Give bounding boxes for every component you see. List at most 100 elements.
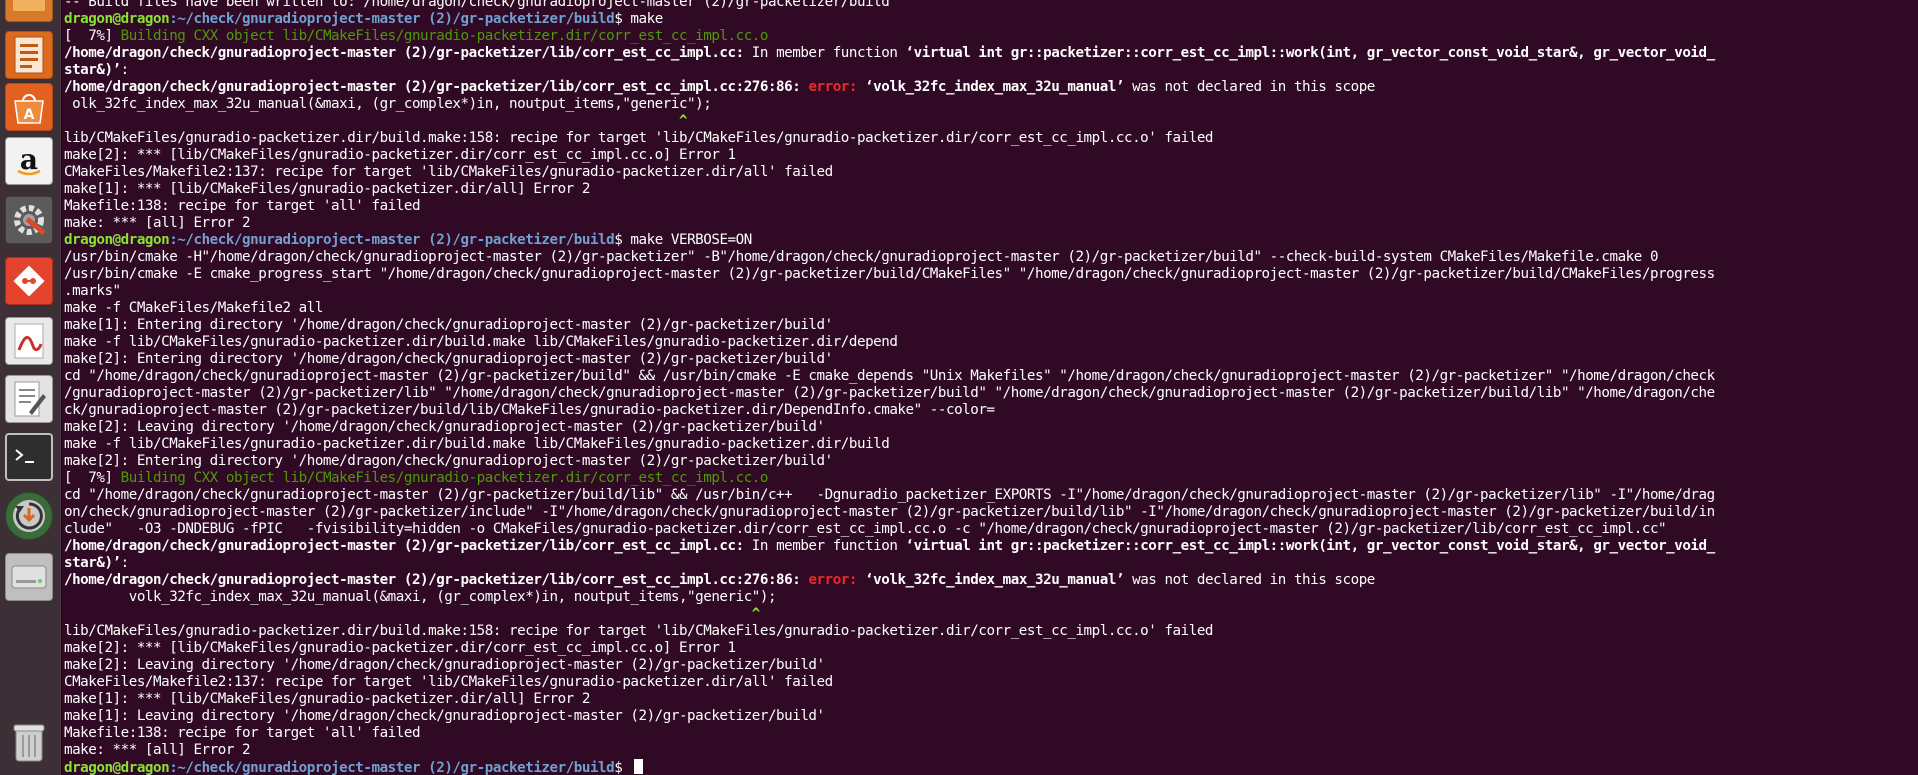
terminal-text: -- Build files have been written to: /ho… <box>64 0 890 10</box>
prompt-path: :~/check/gnuradioproject-master (2)/gr-p… <box>169 11 615 27</box>
terminal-line: make[1]: *** [lib/CMakeFiles/gnuradio-pa… <box>64 691 590 708</box>
terminal-text: /home/dragon/check/gnuradioproject-maste… <box>64 45 744 61</box>
amazon-icon[interactable]: a <box>5 137 53 185</box>
terminal-text: cd "/home/dragon/check/gnuradioproject-m… <box>64 487 1715 503</box>
terminal-text: ‘volk_32fc_index_max_32u_manual’ <box>865 572 1125 588</box>
terminal-line: make[1]: Entering directory '/home/drago… <box>64 317 833 334</box>
terminal-text: $ make VERBOSE=ON <box>614 232 752 248</box>
terminal-line: make[2]: Entering directory '/home/drago… <box>64 351 833 368</box>
terminal-line: /gnuradioproject-master (2)/gr-packetize… <box>64 385 1715 402</box>
terminal-text: was not declared in this scope <box>1124 79 1375 95</box>
trash-icon[interactable] <box>5 718 53 766</box>
terminal-line: /usr/bin/cmake -E cmake_progress_start "… <box>64 266 1715 283</box>
terminal-line: make[1]: *** [lib/CMakeFiles/gnuradio-pa… <box>64 181 590 198</box>
terminal-text: ‘volk_32fc_index_max_32u_manual’ <box>865 79 1125 95</box>
terminal-line: dragon@dragon:~/check/gnuradioproject-ma… <box>64 11 663 28</box>
terminal-window[interactable]: -- Build files have been written to: /ho… <box>62 0 1918 775</box>
prompt-path: :~/check/gnuradioproject-master (2)/gr-p… <box>169 760 615 775</box>
terminal-line: ^ <box>64 606 761 623</box>
terminal-line: .marks" <box>64 283 121 300</box>
terminal-text: make[2]: Entering directory '/home/drago… <box>64 453 833 469</box>
terminal-line: /home/dragon/check/gnuradioproject-maste… <box>64 45 1715 62</box>
text-cursor <box>634 759 644 774</box>
terminal-text: /usr/bin/cmake -E cmake_progress_start "… <box>64 266 1715 282</box>
terminal-line: make: *** [all] Error 2 <box>64 742 251 759</box>
terminal-text: ^ <box>64 606 761 622</box>
terminal-text: CMakeFiles/Makefile2:137: recipe for tar… <box>64 164 833 180</box>
svg-text:A: A <box>24 107 35 123</box>
build-progress-text: Building CXX object lib/CMakeFiles/gnura… <box>120 28 769 44</box>
terminal-text: make[1]: Leaving directory '/home/dragon… <box>64 708 825 724</box>
software-updater-icon[interactable] <box>5 492 53 540</box>
terminal-text: make: *** [all] Error 2 <box>64 215 251 231</box>
terminal-line: make[2]: Leaving directory '/home/dragon… <box>64 657 825 674</box>
terminal-text: /usr/bin/cmake -H"/home/dragon/check/gnu… <box>64 249 1659 265</box>
terminal-text: /home/dragon/check/gnuradioproject-maste… <box>64 572 809 588</box>
text-editor-icon[interactable] <box>5 375 53 423</box>
terminal-line: on/check/gnuradioproject-master (2)/gr-p… <box>64 504 1715 521</box>
terminal-text: [ 7%] <box>64 470 121 486</box>
terminal-line: /home/dragon/check/gnuradioproject-maste… <box>64 572 1375 589</box>
terminal-text: make[2]: Leaving directory '/home/dragon… <box>64 419 825 435</box>
prompt-path: :~/check/gnuradioproject-master (2)/gr-p… <box>169 232 615 248</box>
terminal-line: make[2]: *** [lib/CMakeFiles/gnuradio-pa… <box>64 147 736 164</box>
terminal-text: : <box>120 62 130 78</box>
terminal-text: /home/dragon/check/gnuradioproject-maste… <box>64 538 744 554</box>
terminal-text: $ make <box>614 11 663 27</box>
terminal-line: Makefile:138: recipe for target 'all' fa… <box>64 198 420 215</box>
prompt-user: dragon@dragon <box>64 232 170 248</box>
terminal-text: $ <box>614 760 631 775</box>
system-settings-icon[interactable] <box>5 196 53 244</box>
terminal-line: make[2]: *** [lib/CMakeFiles/gnuradio-pa… <box>64 640 736 657</box>
terminal-text: star&)’ <box>64 555 121 571</box>
terminal-text: make[1]: *** [lib/CMakeFiles/gnuradio-pa… <box>64 181 590 197</box>
git-icon[interactable] <box>5 257 53 305</box>
terminal-text: In member function <box>743 538 906 554</box>
terminal-text: .marks" <box>64 283 121 299</box>
terminal-line: make: *** [all] Error 2 <box>64 215 251 232</box>
terminal-text: ‘virtual int gr::packetizer::corr_est_cc… <box>905 538 1716 554</box>
terminal-text: /home/dragon/check/gnuradioproject-maste… <box>64 79 809 95</box>
terminal-text: Makefile:138: recipe for target 'all' fa… <box>64 198 421 214</box>
terminal-line: dragon@dragon:~/check/gnuradioproject-ma… <box>64 759 644 775</box>
document-viewer-icon[interactable] <box>5 317 53 365</box>
terminal-text: In member function <box>743 45 906 61</box>
terminal-text: clude" -O3 -DNDEBUG -fPIC -fvisibility=h… <box>64 521 1667 537</box>
terminal-text: make[2]: *** [lib/CMakeFiles/gnuradio-pa… <box>64 640 736 656</box>
terminal-line: /usr/bin/cmake -H"/home/dragon/check/gnu… <box>64 249 1658 266</box>
terminal-line: star&)’: <box>64 62 129 79</box>
software-center-icon[interactable]: A <box>5 83 53 131</box>
terminal-text: ^ <box>64 113 688 129</box>
terminal-text: lib/CMakeFiles/gnuradio-packetizer.dir/b… <box>64 130 1214 146</box>
terminal-line: /home/dragon/check/gnuradioproject-maste… <box>64 79 1375 96</box>
terminal-line: ck/gnuradioproject-master (2)/gr-packeti… <box>64 402 995 419</box>
terminal-text: lib/CMakeFiles/gnuradio-packetizer.dir/b… <box>64 623 1214 639</box>
libreoffice-writer-icon[interactable] <box>5 31 53 79</box>
terminal-text: make[1]: Entering directory '/home/drago… <box>64 317 833 333</box>
terminal-line: [ 7%] Building CXX object lib/CMakeFiles… <box>64 28 768 45</box>
terminal-line: clude" -O3 -DNDEBUG -fPIC -fvisibility=h… <box>64 521 1667 538</box>
terminal-line: /home/dragon/check/gnuradioproject-maste… <box>64 538 1715 555</box>
terminal-line: make[2]: Leaving directory '/home/dragon… <box>64 419 825 436</box>
prompt-user: dragon@dragon <box>64 11 170 27</box>
terminal-text: [ 7%] <box>64 28 121 44</box>
files-icon[interactable] <box>5 0 53 22</box>
terminal-line: ^ <box>64 113 688 130</box>
terminal-line: CMakeFiles/Makefile2:137: recipe for tar… <box>64 164 833 181</box>
terminal-line: dragon@dragon:~/check/gnuradioproject-ma… <box>64 232 752 249</box>
terminal-text: CMakeFiles/Makefile2:137: recipe for tar… <box>64 674 833 690</box>
prompt-user: dragon@dragon <box>64 760 170 775</box>
terminal-text: ‘virtual int gr::packetizer::corr_est_cc… <box>905 45 1716 61</box>
error-label: error: <box>808 572 866 588</box>
terminal-text: star&)’ <box>64 62 121 78</box>
drive-icon[interactable] <box>5 553 53 601</box>
terminal-text: make -f lib/CMakeFiles/gnuradio-packetiz… <box>64 334 898 350</box>
terminal-line: make[2]: Entering directory '/home/drago… <box>64 453 833 470</box>
terminal-line: lib/CMakeFiles/gnuradio-packetizer.dir/b… <box>64 623 1213 640</box>
terminal-line: make -f lib/CMakeFiles/gnuradio-packetiz… <box>64 436 890 453</box>
terminal-line: Makefile:138: recipe for target 'all' fa… <box>64 725 420 742</box>
terminal-line: make[1]: Leaving directory '/home/dragon… <box>64 708 825 725</box>
terminal-icon[interactable] <box>5 433 53 481</box>
terminal-text: on/check/gnuradioproject-master (2)/gr-p… <box>64 504 1715 520</box>
terminal-line: volk_32fc_index_max_32u_manual(&maxi, (g… <box>64 589 777 606</box>
